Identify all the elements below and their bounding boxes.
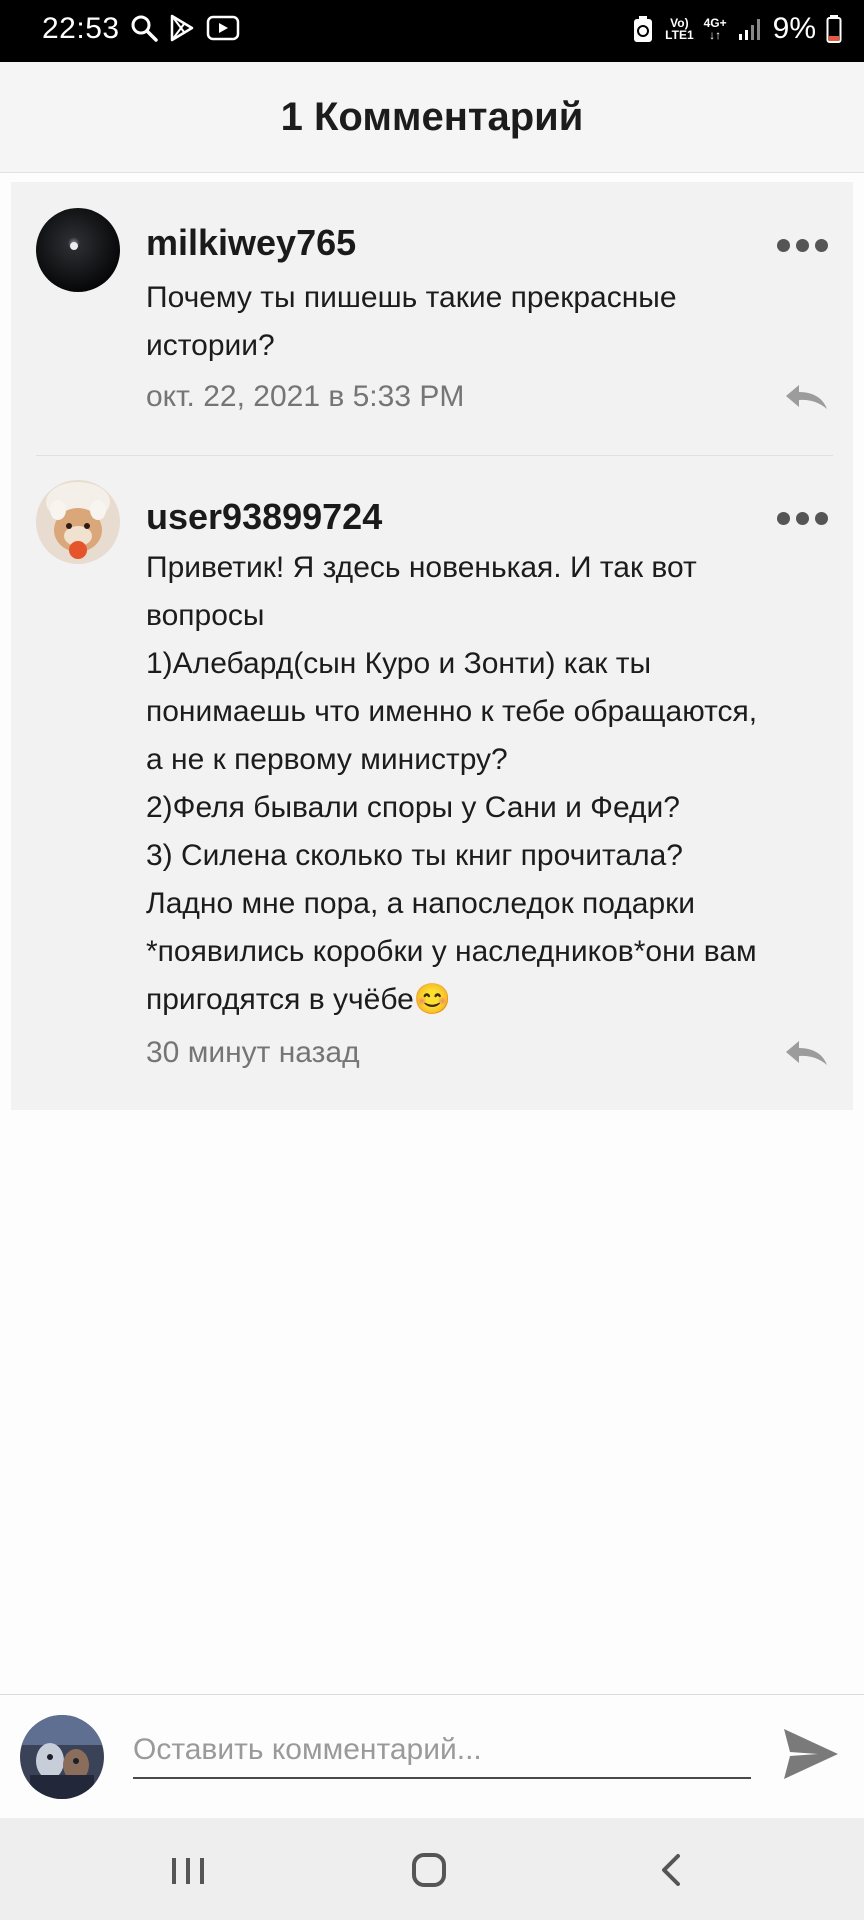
- back-button[interactable]: [642, 1848, 702, 1892]
- system-nav-bar: [0, 1818, 864, 1920]
- reply-button[interactable]: [783, 1038, 829, 1068]
- dot-icon: [815, 238, 828, 252]
- dot-icon: [777, 511, 790, 525]
- comment-item: user93899724 Приветик! Я здесь новенькая…: [11, 456, 853, 1106]
- play-store-icon: [170, 14, 194, 42]
- battery-icon: [826, 15, 842, 43]
- send-icon: [784, 1729, 838, 1779]
- comment-item: milkiwey765 Почему ты пишешь такие прекр…: [11, 182, 853, 454]
- more-options-button[interactable]: [777, 507, 829, 529]
- recent-apps-button[interactable]: [158, 1848, 218, 1892]
- comment-text: Приветик! Я здесь новенькая. И так вот в…: [146, 551, 758, 1016]
- dot-icon: [796, 238, 809, 252]
- comment-timestamp: окт. 22, 2021 в 5:33 PM: [146, 380, 465, 413]
- status-left-icons: [130, 14, 240, 42]
- back-icon: [662, 1854, 680, 1886]
- home-icon: [412, 1853, 446, 1887]
- dot-icon: [796, 511, 809, 525]
- youtube-icon: [206, 15, 240, 41]
- avatar[interactable]: [36, 208, 120, 292]
- network-lte-label: Vo) LTE1: [665, 16, 694, 42]
- more-options-button[interactable]: [777, 234, 829, 256]
- recent-apps-icon: [172, 1858, 204, 1884]
- send-button[interactable]: [780, 1725, 842, 1783]
- comment-timestamp: 30 минут назад: [146, 1036, 360, 1069]
- home-button[interactable]: [400, 1848, 460, 1892]
- status-right-icons: Vo) LTE1 4G+ ↓↑ 9%: [631, 12, 842, 46]
- comment-username[interactable]: user93899724: [146, 496, 382, 538]
- status-bar: 22:53 Vo) LTE1 4G+ ↓↑ 9%: [0, 0, 864, 62]
- reply-button[interactable]: [783, 382, 829, 412]
- network-type: 4G+ ↓↑: [703, 16, 727, 42]
- battery-percent: 9%: [772, 12, 816, 45]
- comments-header: 1 Комментарий: [0, 62, 864, 173]
- comment-input[interactable]: [133, 1723, 751, 1779]
- reply-icon: [786, 385, 827, 409]
- avatar[interactable]: [36, 480, 120, 564]
- search-icon: [131, 15, 158, 42]
- dot-icon: [815, 511, 828, 525]
- comment-username[interactable]: milkiwey765: [146, 222, 356, 264]
- status-time: 22:53: [42, 12, 120, 45]
- my-avatar: [20, 1715, 104, 1799]
- comment-text: Почему ты пишешь такие прекрасные истори…: [146, 281, 677, 362]
- reply-icon: [786, 1041, 827, 1065]
- page-title: 1 Комментарий: [280, 94, 584, 139]
- signal-icon: [738, 19, 760, 40]
- comments-list: milkiwey765 Почему ты пишешь такие прекр…: [11, 182, 853, 1110]
- dot-icon: [777, 238, 790, 252]
- data-saver-icon: [634, 16, 653, 42]
- compose-bar: [0, 1694, 864, 1819]
